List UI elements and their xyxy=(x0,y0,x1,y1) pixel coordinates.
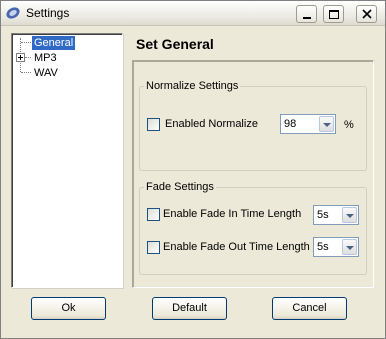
title-bar[interactable]: Settings xyxy=(1,1,385,26)
tree-item-wav[interactable]: WAV xyxy=(32,66,60,80)
chevron-down-icon[interactable] xyxy=(342,239,357,255)
fade-in-value: 5s xyxy=(317,209,329,221)
tree-item-mp3[interactable]: MP3 xyxy=(32,51,59,65)
fade-group xyxy=(139,187,367,275)
close-icon xyxy=(362,9,372,19)
maximize-button[interactable] xyxy=(323,5,344,23)
chevron-down-icon[interactable] xyxy=(342,207,357,223)
normalize-value: 98 xyxy=(284,118,297,130)
ok-button[interactable]: Ok xyxy=(31,297,106,320)
fade-group-label: Fade Settings xyxy=(144,181,216,193)
close-button[interactable] xyxy=(356,5,377,23)
app-icon xyxy=(5,5,21,21)
tree-connector xyxy=(21,72,31,73)
settings-panel: Normalize Settings Enabled Normalize 98 … xyxy=(132,60,374,288)
default-button[interactable]: Default xyxy=(152,297,227,320)
minimize-button[interactable] xyxy=(296,5,317,23)
normalize-value-select[interactable]: 98 xyxy=(280,114,336,134)
page-title: Set General xyxy=(136,36,214,52)
category-tree[interactable]: General MP3 WAV xyxy=(11,33,123,288)
tree-connector xyxy=(25,57,31,58)
minimize-icon xyxy=(303,17,311,19)
normalize-group-label: Normalize Settings xyxy=(144,80,241,92)
enable-normalize-label[interactable]: Enabled Normalize xyxy=(165,118,258,130)
enable-fade-out-checkbox[interactable] xyxy=(147,241,160,254)
settings-window: Settings General MP3 WAV Set General Nor… xyxy=(0,0,386,339)
enable-normalize-checkbox[interactable] xyxy=(147,118,160,131)
maximize-icon xyxy=(329,10,339,19)
chevron-down-icon[interactable] xyxy=(319,116,334,132)
normalize-unit: % xyxy=(344,119,354,131)
cancel-button[interactable]: Cancel xyxy=(272,297,347,320)
enable-fade-in-checkbox[interactable] xyxy=(147,208,160,221)
enable-fade-in-label[interactable]: Enable Fade In Time Length xyxy=(163,208,301,220)
tree-item-general[interactable]: General xyxy=(32,36,76,50)
fade-out-value: 5s xyxy=(317,241,329,253)
enable-fade-out-label[interactable]: Enable Fade Out Time Length xyxy=(163,241,310,253)
fade-in-select[interactable]: 5s xyxy=(313,205,359,225)
window-title: Settings xyxy=(26,6,70,20)
tree-connector xyxy=(21,42,31,43)
expand-icon[interactable] xyxy=(16,53,25,62)
fade-out-select[interactable]: 5s xyxy=(313,237,359,257)
